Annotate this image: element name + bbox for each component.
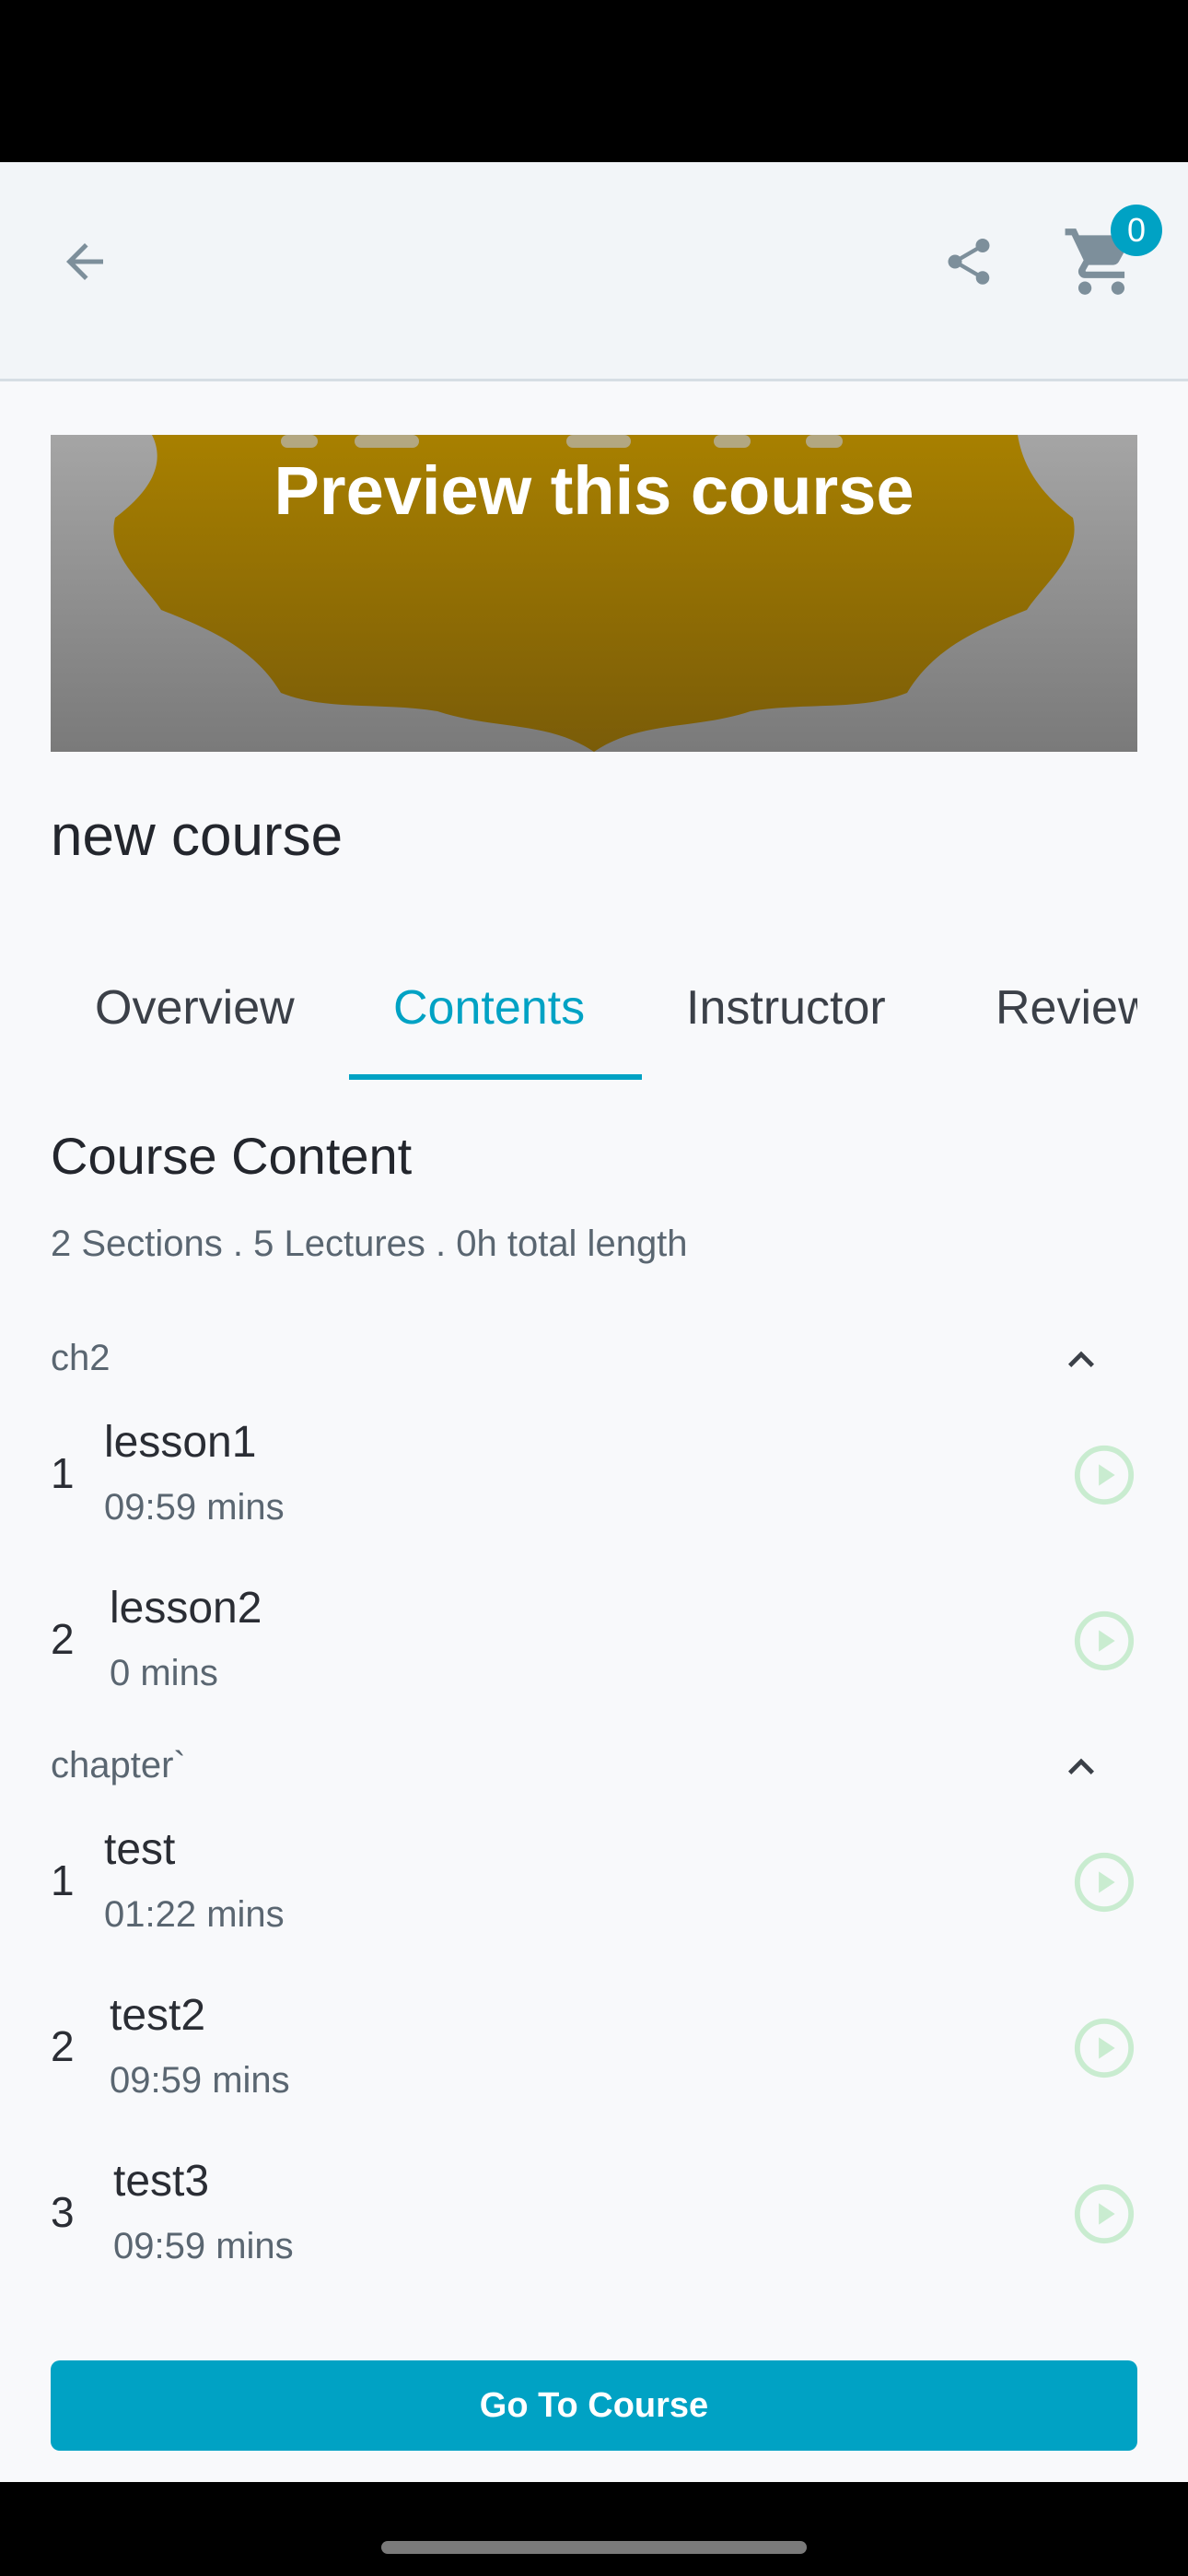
lesson-number: 2 xyxy=(51,1615,75,1663)
home-indicator[interactable] xyxy=(381,2541,807,2554)
lesson-title[interactable]: lesson1 xyxy=(104,1417,256,1468)
preview-label: Preview this course xyxy=(274,452,914,529)
chevron-up-icon[interactable] xyxy=(1055,1334,1107,1386)
lesson-title[interactable]: test3 xyxy=(113,2156,209,2207)
cart-count-badge: 0 xyxy=(1111,205,1162,256)
system-nav-bar xyxy=(0,2482,1188,2576)
play-icon[interactable] xyxy=(1072,1609,1136,1673)
back-button[interactable] xyxy=(37,214,133,310)
lesson-number: 2 xyxy=(51,2022,75,2070)
lesson-duration: 09:59 mins xyxy=(110,2060,290,2101)
app-bar: 0 xyxy=(0,162,1188,381)
course-content-heading: Course Content xyxy=(51,1127,413,1185)
play-icon[interactable] xyxy=(1072,1443,1136,1507)
tab-contents[interactable]: Contents xyxy=(393,980,585,1036)
lesson-title[interactable]: test xyxy=(104,1824,175,1875)
go-to-course-button[interactable]: Go To Course xyxy=(51,2360,1137,2451)
section-title: chapter` xyxy=(51,1745,186,1786)
lesson-title[interactable]: test2 xyxy=(110,1990,205,2041)
course-summary: 2 Sections . 5 Lectures . 0h total lengt… xyxy=(51,1224,688,1264)
section-title: ch2 xyxy=(51,1338,111,1378)
lesson-duration: 09:59 mins xyxy=(104,1487,285,1528)
status-bar xyxy=(0,0,1188,162)
arrow-left-icon xyxy=(66,243,103,280)
active-tab-indicator xyxy=(349,1074,642,1080)
lesson-number: 1 xyxy=(51,1856,75,1904)
lesson-duration: 01:22 mins xyxy=(104,1894,285,1935)
chevron-up-icon[interactable] xyxy=(1055,1741,1107,1793)
play-icon[interactable] xyxy=(1072,2182,1136,2246)
lesson-number: 1 xyxy=(51,1449,75,1497)
tab-bar: Overview Contents Instructor Reviews xyxy=(51,958,1137,1082)
play-icon[interactable] xyxy=(1072,2016,1136,2080)
course-title: new course xyxy=(51,804,344,868)
tab-instructor[interactable]: Instructor xyxy=(686,980,886,1036)
share-button[interactable] xyxy=(921,214,1017,310)
play-icon[interactable] xyxy=(1072,1850,1136,1914)
lesson-number: 3 xyxy=(51,2188,75,2236)
course-preview[interactable]: Preview this course xyxy=(51,435,1137,752)
lesson-title[interactable]: lesson2 xyxy=(110,1583,262,1633)
share-icon xyxy=(948,239,990,285)
tab-reviews[interactable]: Reviews xyxy=(996,980,1137,1036)
tab-overview[interactable]: Overview xyxy=(95,980,295,1036)
lesson-duration: 0 mins xyxy=(110,1653,218,1693)
lesson-duration: 09:59 mins xyxy=(113,2226,294,2266)
